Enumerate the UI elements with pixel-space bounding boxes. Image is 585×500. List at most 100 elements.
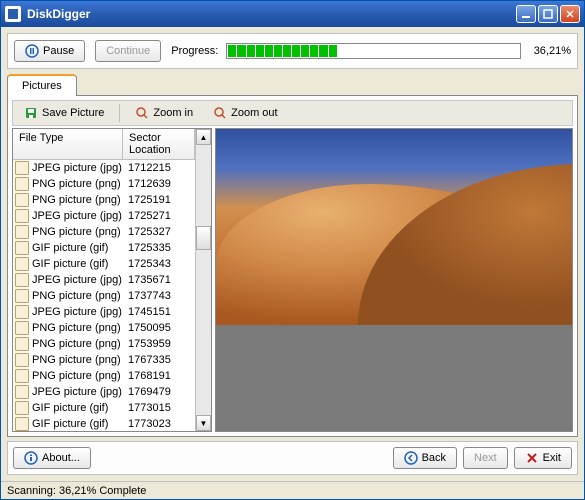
main-split: File Type Sector Location JPEG picture (… xyxy=(12,128,573,432)
progress-percent: 36,21% xyxy=(529,45,571,57)
scroll-thumb[interactable] xyxy=(196,226,211,250)
table-row[interactable]: PNG picture (png)1753959 xyxy=(13,336,195,352)
table-row[interactable]: JPEG picture (jpg)1769479 xyxy=(13,384,195,400)
about-label: About... xyxy=(42,452,80,464)
pause-button[interactable]: Pause xyxy=(14,40,85,62)
sector-cell: 1725335 xyxy=(124,242,193,254)
file-list-wrap: File Type Sector Location JPEG picture (… xyxy=(12,128,212,432)
continue-label: Continue xyxy=(106,45,150,57)
pause-label: Pause xyxy=(43,45,74,57)
table-row[interactable]: PNG picture (png)1750095 xyxy=(13,320,195,336)
zoom-out-label: Zoom out xyxy=(231,107,277,119)
app-icon xyxy=(5,6,21,22)
sector-cell: 1773023 xyxy=(124,418,193,430)
table-row[interactable]: PNG picture (png)1725327 xyxy=(13,224,195,240)
table-row[interactable]: GIF picture (gif)1773015 xyxy=(13,400,195,416)
picture-toolbar: Save Picture Zoom in Zoom out xyxy=(12,100,573,126)
preview-image xyxy=(216,129,572,325)
file-icon xyxy=(15,321,29,335)
scrollbar[interactable]: ▲ ▼ xyxy=(195,129,211,431)
table-row[interactable]: PNG picture (png)1725191 xyxy=(13,192,195,208)
tab-pictures[interactable]: Pictures xyxy=(7,74,77,96)
tab-body: Save Picture Zoom in Zoom out xyxy=(7,95,578,437)
file-icon xyxy=(15,417,29,431)
close-button[interactable] xyxy=(560,5,580,23)
zoom-out-button[interactable]: Zoom out xyxy=(204,102,286,124)
file-list: File Type Sector Location JPEG picture (… xyxy=(13,129,195,431)
file-type-cell: PNG picture (png) xyxy=(32,178,124,190)
sector-cell: 1735671 xyxy=(124,274,193,286)
next-label: Next xyxy=(474,452,497,464)
progress-bar xyxy=(226,43,521,59)
preview-pane xyxy=(215,128,573,432)
file-icon xyxy=(15,305,29,319)
table-row[interactable]: PNG picture (png)1768191 xyxy=(13,368,195,384)
save-picture-button[interactable]: Save Picture xyxy=(15,102,113,124)
sector-cell: 1745151 xyxy=(124,306,193,318)
scroll-up-arrow[interactable]: ▲ xyxy=(196,129,211,145)
file-type-cell: JPEG picture (jpg) xyxy=(32,274,124,286)
table-row[interactable]: JPEG picture (jpg)1735671 xyxy=(13,272,195,288)
file-icon xyxy=(15,385,29,399)
file-icon xyxy=(15,241,29,255)
titlebar: DiskDigger xyxy=(1,1,584,27)
tabs-panel: Pictures Save Picture xyxy=(7,73,578,437)
file-icon xyxy=(15,401,29,415)
exit-label: Exit xyxy=(543,452,561,464)
zoom-out-icon xyxy=(213,106,227,120)
table-row[interactable]: JPEG picture (jpg)1712215 xyxy=(13,160,195,176)
table-row[interactable]: GIF picture (gif)1725343 xyxy=(13,256,195,272)
content-area: Pause Continue Progress: 36,21% Pictures xyxy=(1,27,584,481)
file-icon xyxy=(15,209,29,223)
header-sector-location[interactable]: Sector Location xyxy=(123,129,195,159)
header-file-type[interactable]: File Type xyxy=(13,129,123,159)
sector-cell: 1767335 xyxy=(124,354,193,366)
file-icon xyxy=(15,161,29,175)
save-picture-label: Save Picture xyxy=(42,107,104,119)
sector-cell: 1753959 xyxy=(124,338,193,350)
progress-label: Progress: xyxy=(171,45,218,57)
zoom-in-button[interactable]: Zoom in xyxy=(126,102,202,124)
back-button[interactable]: Back xyxy=(393,447,457,469)
file-type-cell: PNG picture (png) xyxy=(32,354,124,366)
status-text: Scanning: 36,21% Complete xyxy=(7,485,146,497)
scroll-track[interactable] xyxy=(196,145,211,415)
zoom-in-icon xyxy=(135,106,149,120)
file-icon xyxy=(15,257,29,271)
file-type-cell: JPEG picture (jpg) xyxy=(32,386,124,398)
file-type-cell: PNG picture (png) xyxy=(32,338,124,350)
sector-cell: 1750095 xyxy=(124,322,193,334)
exit-button[interactable]: Exit xyxy=(514,447,572,469)
list-header: File Type Sector Location xyxy=(13,129,195,160)
about-button[interactable]: About... xyxy=(13,447,91,469)
toolbar-separator xyxy=(119,104,120,122)
sector-cell: 1737743 xyxy=(124,290,193,302)
table-row[interactable]: PNG picture (png)1712639 xyxy=(13,176,195,192)
tabs-header: Pictures xyxy=(7,73,578,95)
maximize-button[interactable] xyxy=(538,5,558,23)
table-row[interactable]: GIF picture (gif)1725335 xyxy=(13,240,195,256)
table-row[interactable]: JPEG picture (jpg)1745151 xyxy=(13,304,195,320)
minimize-button[interactable] xyxy=(516,5,536,23)
sector-cell: 1725343 xyxy=(124,258,193,270)
file-type-cell: GIF picture (gif) xyxy=(32,258,124,270)
sector-cell: 1712215 xyxy=(124,162,193,174)
zoom-in-label: Zoom in xyxy=(153,107,193,119)
bottom-bar: About... Back Next Exit xyxy=(7,441,578,475)
sector-cell: 1769479 xyxy=(124,386,193,398)
file-icon xyxy=(15,225,29,239)
app-window: DiskDigger Pause Continue xyxy=(0,0,585,500)
file-type-cell: PNG picture (png) xyxy=(32,226,124,238)
file-icon xyxy=(15,337,29,351)
file-icon xyxy=(15,353,29,367)
exit-icon xyxy=(525,451,539,465)
table-row[interactable]: PNG picture (png)1767335 xyxy=(13,352,195,368)
scroll-down-arrow[interactable]: ▼ xyxy=(196,415,211,431)
continue-button[interactable]: Continue xyxy=(95,40,161,62)
table-row[interactable]: JPEG picture (jpg)1725271 xyxy=(13,208,195,224)
next-button[interactable]: Next xyxy=(463,447,508,469)
table-row[interactable]: GIF picture (gif)1773023 xyxy=(13,416,195,431)
sector-cell: 1768191 xyxy=(124,370,193,382)
file-type-cell: GIF picture (gif) xyxy=(32,402,124,414)
table-row[interactable]: PNG picture (png)1737743 xyxy=(13,288,195,304)
